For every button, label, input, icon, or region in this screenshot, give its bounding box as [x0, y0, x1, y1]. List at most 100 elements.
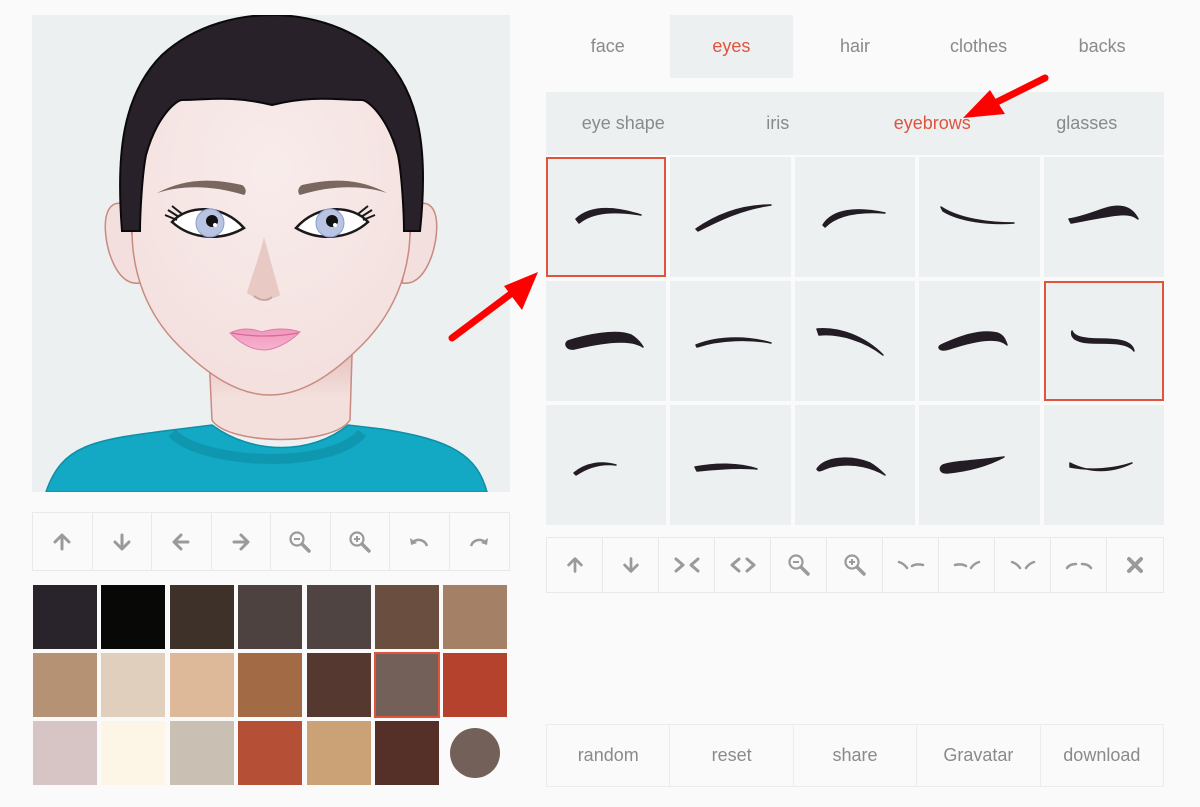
tab-clothes[interactable]: clothes [917, 15, 1041, 78]
move-right-button[interactable] [212, 513, 271, 570]
feature-up-button[interactable] [547, 538, 603, 592]
eyebrow-shape-icon [816, 457, 886, 476]
arrow-right-icon [232, 533, 250, 550]
move-closer-button[interactable] [659, 538, 715, 592]
eyebrow-option[interactable] [794, 157, 916, 277]
tab-backs[interactable]: backs [1040, 15, 1164, 78]
color-swatch[interactable] [238, 653, 303, 717]
move-closer-icon [674, 557, 699, 573]
color-swatch[interactable] [306, 653, 371, 717]
eyebrow-shape-icon [822, 209, 886, 228]
undo-button[interactable] [390, 513, 450, 570]
eyebrow-option[interactable] [919, 157, 1040, 277]
subcategory-tabs: eye shape iris eyebrows glasses [546, 92, 1164, 155]
shrink-button[interactable] [771, 538, 827, 592]
eyebrow-option[interactable] [546, 405, 667, 525]
rotate-right-button[interactable] [939, 538, 995, 592]
undo-icon [410, 537, 429, 547]
move-up-button[interactable] [33, 513, 93, 570]
eyebrow-shape-icon [816, 328, 884, 356]
subtab-glasses[interactable]: glasses [1010, 92, 1165, 155]
enlarge-button[interactable] [827, 538, 883, 592]
arrow-down-icon [622, 557, 639, 573]
rotate-right-icon [953, 560, 980, 570]
tilt-in-icon [1010, 560, 1035, 570]
color-swatch[interactable] [101, 653, 166, 717]
eyebrow-option[interactable] [919, 405, 1040, 525]
remove-feature-button[interactable] [1107, 538, 1163, 592]
color-swatch[interactable] [374, 721, 439, 785]
color-swatch[interactable] [443, 585, 508, 649]
eyebrow-option[interactable] [1043, 281, 1165, 401]
gravatar-button[interactable]: Gravatar [917, 725, 1041, 786]
arrow-up-icon [566, 557, 583, 573]
redo-icon [470, 537, 489, 547]
subtab-eyebrows[interactable]: eyebrows [855, 92, 1010, 155]
reset-button[interactable]: reset [670, 725, 794, 786]
color-swatch[interactable] [443, 653, 508, 717]
tilt-in-button[interactable] [995, 538, 1051, 592]
action-bar: random reset share Gravatar download [546, 724, 1164, 787]
arrow-up-icon [53, 533, 71, 550]
eyebrow-shape-icon [1069, 462, 1133, 472]
tilt-out-button[interactable] [1051, 538, 1107, 592]
tab-eyes[interactable]: eyes [669, 15, 794, 78]
current-color-dot [450, 728, 501, 778]
redo-button[interactable] [450, 513, 510, 570]
remove-icon [1127, 557, 1143, 573]
color-swatch[interactable] [169, 653, 234, 717]
color-swatch[interactable] [373, 652, 440, 718]
eyebrow-options-grid [546, 157, 1165, 525]
tab-hair[interactable]: hair [793, 15, 917, 78]
eyebrow-option[interactable] [546, 157, 667, 277]
eyebrow-shape-icon [573, 462, 617, 476]
eyebrow-shape-icon [1070, 330, 1135, 352]
eyebrow-option[interactable] [794, 405, 916, 525]
share-button[interactable]: share [794, 725, 918, 786]
eyebrow-option[interactable] [670, 405, 791, 525]
rotate-left-button[interactable] [883, 538, 939, 592]
color-swatch[interactable] [33, 653, 97, 717]
eyebrow-shape-icon [694, 204, 772, 232]
eyebrow-option[interactable] [794, 281, 916, 401]
move-apart-button[interactable] [715, 538, 771, 592]
color-swatch[interactable] [33, 721, 97, 785]
color-swatch[interactable] [238, 721, 303, 785]
zoom-out-icon [289, 530, 311, 553]
color-swatch[interactable] [374, 585, 439, 649]
tab-face[interactable]: face [546, 15, 670, 78]
random-button[interactable]: random [547, 725, 671, 786]
color-swatch[interactable] [33, 585, 97, 649]
eyebrow-option[interactable] [1043, 405, 1164, 525]
eyebrow-option[interactable] [1043, 157, 1164, 277]
zoom-in-icon [843, 554, 866, 576]
feature-down-button[interactable] [603, 538, 659, 592]
color-swatch[interactable] [238, 585, 303, 649]
avatar-preview [32, 15, 510, 492]
color-swatch[interactable] [169, 585, 234, 649]
download-button[interactable]: download [1041, 725, 1163, 786]
eyebrow-shape-icon [940, 456, 1006, 474]
move-left-button[interactable] [152, 513, 212, 570]
subtab-eye-shape[interactable]: eye shape [546, 92, 701, 155]
color-swatch[interactable] [101, 585, 166, 649]
eyebrow-option[interactable] [670, 157, 791, 277]
color-swatch[interactable] [306, 585, 371, 649]
move-apart-icon [730, 557, 755, 573]
move-down-button[interactable] [93, 513, 152, 570]
feature-adjust-toolbar [546, 537, 1164, 593]
eyebrow-shape-icon [565, 331, 644, 350]
eyebrow-option[interactable] [546, 281, 667, 401]
subtab-iris[interactable]: iris [701, 92, 856, 155]
zoom-out-button[interactable] [271, 513, 331, 570]
current-color-indicator[interactable] [443, 721, 507, 785]
color-swatch[interactable] [306, 721, 371, 785]
eyebrow-shape-icon [1068, 205, 1139, 224]
eyebrow-option[interactable] [670, 281, 791, 401]
eyebrow-shape-icon [694, 337, 772, 348]
zoom-in-button[interactable] [331, 513, 390, 570]
rotate-left-icon [897, 560, 924, 570]
eyebrow-option[interactable] [919, 281, 1040, 401]
color-swatch[interactable] [169, 721, 234, 785]
color-swatch[interactable] [101, 721, 166, 785]
